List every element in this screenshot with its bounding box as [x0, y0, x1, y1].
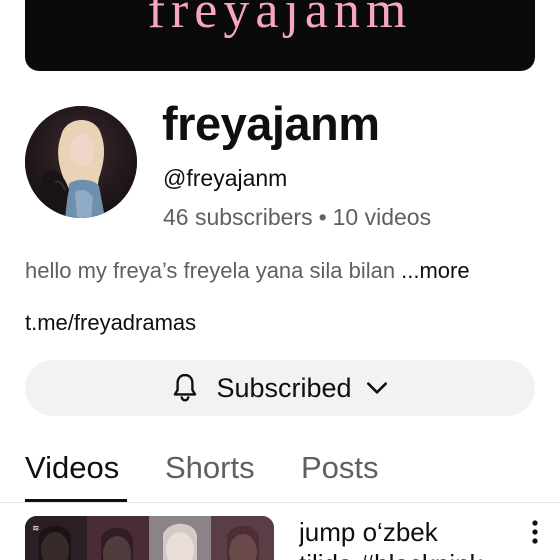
- stats-separator: •: [318, 204, 327, 230]
- bell-icon: [170, 372, 200, 404]
- channel-page: freyajanm freyajanm @freyajanm 46 subscr…: [0, 0, 560, 560]
- active-tab-indicator: [25, 499, 127, 502]
- tab-shorts[interactable]: Shorts: [165, 450, 255, 486]
- channel-avatar[interactable]: [25, 106, 137, 218]
- chevron-down-icon: [364, 378, 390, 398]
- channel-name: freyajanm: [162, 97, 380, 150]
- video-title[interactable]: jump o‘zbek tilida #blackpink: [299, 516, 509, 560]
- channel-handle: @freyajanm: [163, 165, 288, 191]
- channel-link[interactable]: t.me/freyadramas: [25, 309, 196, 337]
- subscribed-label: Subscribed: [216, 373, 352, 403]
- video-count: 10 videos: [332, 204, 432, 230]
- more-options-icon[interactable]: [524, 518, 546, 548]
- channel-banner: freyajanm: [25, 0, 535, 71]
- channel-description[interactable]: hello my freya’s freyela yana sila bilan…: [25, 257, 535, 285]
- more-link[interactable]: ...more: [401, 258, 469, 283]
- video-title-line1: jump o‘zbek: [299, 517, 438, 547]
- channel-stats: 46 subscribers • 10 videos: [163, 203, 431, 231]
- banner-title: freyajanm: [147, 0, 413, 39]
- channel-tabs: Videos Shorts Posts: [0, 444, 560, 503]
- svg-text:≋: ≋: [32, 523, 40, 533]
- subscribed-button[interactable]: Subscribed: [25, 360, 535, 416]
- video-thumbnail[interactable]: ≋: [25, 516, 274, 560]
- tab-videos[interactable]: Videos: [25, 450, 119, 486]
- tab-posts[interactable]: Posts: [301, 450, 379, 486]
- video-title-line2: tilida #blackpink: [299, 548, 509, 560]
- subscriber-count: 46 subscribers: [163, 204, 313, 230]
- description-text: hello my freya’s freyela yana sila bilan: [25, 258, 396, 283]
